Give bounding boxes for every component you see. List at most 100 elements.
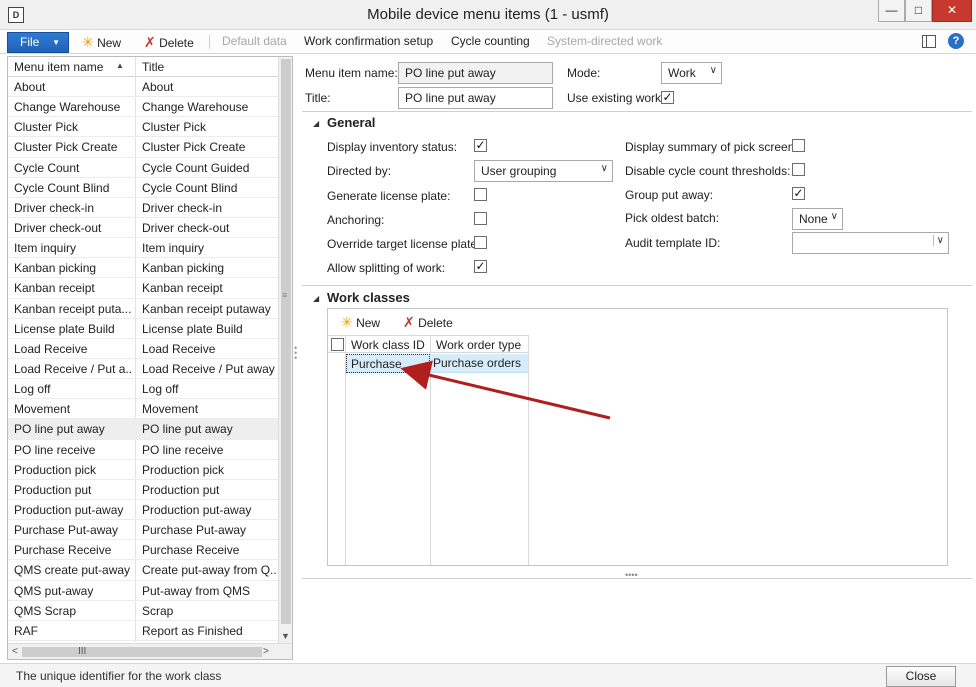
- default-data-button[interactable]: Default data: [222, 34, 287, 48]
- scroll-left-icon[interactable]: <: [12, 646, 18, 657]
- list-item[interactable]: QMS Scrap Scrap: [8, 601, 278, 621]
- override-target-license-plate-checkbox[interactable]: [474, 236, 487, 249]
- mode-select[interactable]: Work ∨: [661, 62, 722, 84]
- work-class-new-button[interactable]: ✳ New: [341, 314, 380, 331]
- list-item[interactable]: Production put Production put: [8, 480, 278, 500]
- menu-item-name-cell: Load Receive / Put a...: [14, 361, 132, 376]
- menu-item-title-cell: PO line receive: [142, 442, 224, 457]
- audit-template-id-label: Audit template ID:: [625, 236, 721, 250]
- list-item[interactable]: Movement Movement: [8, 399, 278, 420]
- group-put-away-checkbox[interactable]: ✓: [792, 187, 805, 200]
- pick-oldest-batch-value: None: [799, 212, 828, 226]
- menu-item-name-cell: QMS put-away: [14, 583, 94, 598]
- minimize-icon[interactable]: —: [878, 0, 905, 22]
- list-item[interactable]: License plate Build License plate Build: [8, 319, 278, 339]
- list-item[interactable]: Load Receive Load Receive: [8, 339, 278, 359]
- chevron-down-icon: ▼: [52, 38, 60, 47]
- list-item[interactable]: Load Receive / Put a... Load Receive / Pu…: [8, 359, 278, 380]
- anchoring-checkbox[interactable]: [474, 212, 487, 225]
- list-item[interactable]: Purchase Receive Purchase Receive: [8, 540, 278, 561]
- column-header-work-order-type[interactable]: Work order type: [436, 338, 521, 352]
- file-button[interactable]: File ▼: [7, 32, 69, 53]
- list-item[interactable]: Log off Log off: [8, 379, 278, 400]
- list-item[interactable]: Driver check-out Driver check-out: [8, 218, 278, 239]
- list-item[interactable]: Production pick Production pick: [8, 460, 278, 480]
- list-item[interactable]: Production put-away Production put-away: [8, 500, 278, 521]
- audit-template-id-select[interactable]: ∨: [792, 232, 949, 254]
- menu-item-name-cell: Purchase Put-away: [14, 523, 119, 538]
- list-item[interactable]: RAF Report as Finished: [8, 621, 278, 641]
- menu-item-title-cell: Movement: [142, 402, 199, 417]
- list-item[interactable]: QMS put-away Put-away from QMS: [8, 581, 278, 601]
- allow-splitting-of-work-checkbox[interactable]: ✓: [474, 260, 487, 273]
- close-window-icon[interactable]: ✕: [932, 0, 972, 22]
- use-existing-work-checkbox[interactable]: ✓: [661, 91, 674, 104]
- menu-item-title-cell: Load Receive / Put away: [142, 361, 275, 376]
- maximize-icon[interactable]: □: [905, 0, 932, 22]
- column-header-title[interactable]: Title: [142, 60, 164, 74]
- file-label: File: [20, 35, 40, 49]
- directed-by-label: Directed by:: [327, 164, 392, 178]
- panel-toggle-icon[interactable]: [922, 35, 936, 48]
- list-item[interactable]: About About: [8, 77, 278, 98]
- column-header-menu-item-name[interactable]: Menu item name: [14, 60, 103, 74]
- generate-license-plate-checkbox[interactable]: [474, 188, 487, 201]
- menu-item-name-cell: Driver check-out: [14, 220, 102, 235]
- work-order-type-cell[interactable]: Purchase orders: [433, 356, 521, 370]
- list-item[interactable]: QMS create put-away Create put-away from …: [8, 560, 278, 581]
- list-item[interactable]: Purchase Put-away Purchase Put-away: [8, 520, 278, 541]
- list-item[interactable]: PO line receive PO line receive: [8, 440, 278, 460]
- title-label: Title:: [305, 91, 331, 105]
- menu-item-list: Menu item name ▲ Title About About Change …: [7, 56, 293, 660]
- list-item[interactable]: Kanban picking Kanban picking: [8, 258, 278, 279]
- list-item[interactable]: Change Warehouse Change Warehouse: [8, 97, 278, 118]
- column-header-work-class-id[interactable]: Work class ID: [351, 338, 425, 352]
- splitter-handle[interactable]: • • •: [294, 344, 298, 363]
- directed-by-select[interactable]: User grouping ∨: [474, 160, 613, 182]
- pick-oldest-batch-select[interactable]: None ∨: [792, 208, 843, 230]
- menu-item-title-cell: Scrap: [142, 603, 174, 618]
- delete-button[interactable]: ✗ Delete: [144, 34, 194, 51]
- horizontal-scrollbar[interactable]: < III >: [8, 643, 292, 659]
- toolbar-divider: [209, 35, 210, 49]
- menu-item-name-cell: QMS create put-away: [14, 563, 131, 578]
- collapse-triangle-icon[interactable]: ◢: [313, 294, 319, 303]
- list-item[interactable]: Cycle Count Cycle Count Guided: [8, 158, 278, 178]
- table-row[interactable]: Purchase Purchase orders: [346, 354, 528, 373]
- list-item[interactable]: Driver check-in Driver check-in: [8, 198, 278, 218]
- disable-cycle-count-thresholds-checkbox[interactable]: [792, 163, 805, 176]
- scroll-down-icon[interactable]: ▼: [281, 631, 290, 641]
- menu-item-title-cell: Change Warehouse: [142, 100, 249, 115]
- display-inventory-status-checkbox[interactable]: ✓: [474, 139, 487, 152]
- system-directed-work-button[interactable]: System-directed work: [547, 34, 662, 48]
- list-item[interactable]: PO line put away PO line put away: [8, 419, 278, 440]
- collapse-triangle-icon[interactable]: ◢: [313, 119, 319, 128]
- list-item[interactable]: Cluster Pick Create Cluster Pick Create: [8, 137, 278, 158]
- list-item[interactable]: Kanban receipt puta... Kanban receipt put…: [8, 299, 278, 319]
- list-item[interactable]: Cluster Pick Cluster Pick: [8, 117, 278, 138]
- work-classes-section-title[interactable]: Work classes: [327, 290, 410, 305]
- cycle-counting-button[interactable]: Cycle counting: [451, 34, 530, 48]
- new-button[interactable]: ✳ New: [82, 34, 121, 51]
- hscroll-thumb[interactable]: [22, 647, 262, 657]
- select-all-checkbox[interactable]: [331, 338, 344, 351]
- scroll-grip: III: [78, 646, 87, 657]
- menu-item-title-cell: Load Receive: [142, 341, 216, 356]
- list-item[interactable]: Cycle Count Blind Cycle Count Blind: [8, 178, 278, 198]
- scroll-right-icon[interactable]: >: [263, 646, 269, 657]
- general-section-title[interactable]: General: [327, 115, 375, 130]
- menu-item-name-field[interactable]: PO line put away: [398, 62, 553, 84]
- title-field[interactable]: PO line put away: [398, 87, 553, 109]
- list-item[interactable]: Item inquiry Item inquiry: [8, 238, 278, 259]
- resize-grip-icon[interactable]: ••••: [625, 570, 638, 580]
- menu-item-title-cell: Create put-away from Q...: [142, 563, 276, 578]
- help-icon[interactable]: ?: [948, 33, 964, 49]
- list-item[interactable]: Kanban receipt Kanban receipt: [8, 278, 278, 299]
- scroll-thumb[interactable]: [281, 59, 291, 624]
- display-summary-checkbox[interactable]: [792, 139, 805, 152]
- work-confirmation-setup-button[interactable]: Work confirmation setup: [304, 34, 433, 48]
- work-class-delete-button[interactable]: ✗ Delete: [403, 314, 453, 331]
- work-class-id-cell[interactable]: Purchase: [346, 354, 430, 373]
- close-button[interactable]: Close: [886, 666, 956, 687]
- vertical-scrollbar[interactable]: ▼: [278, 57, 292, 643]
